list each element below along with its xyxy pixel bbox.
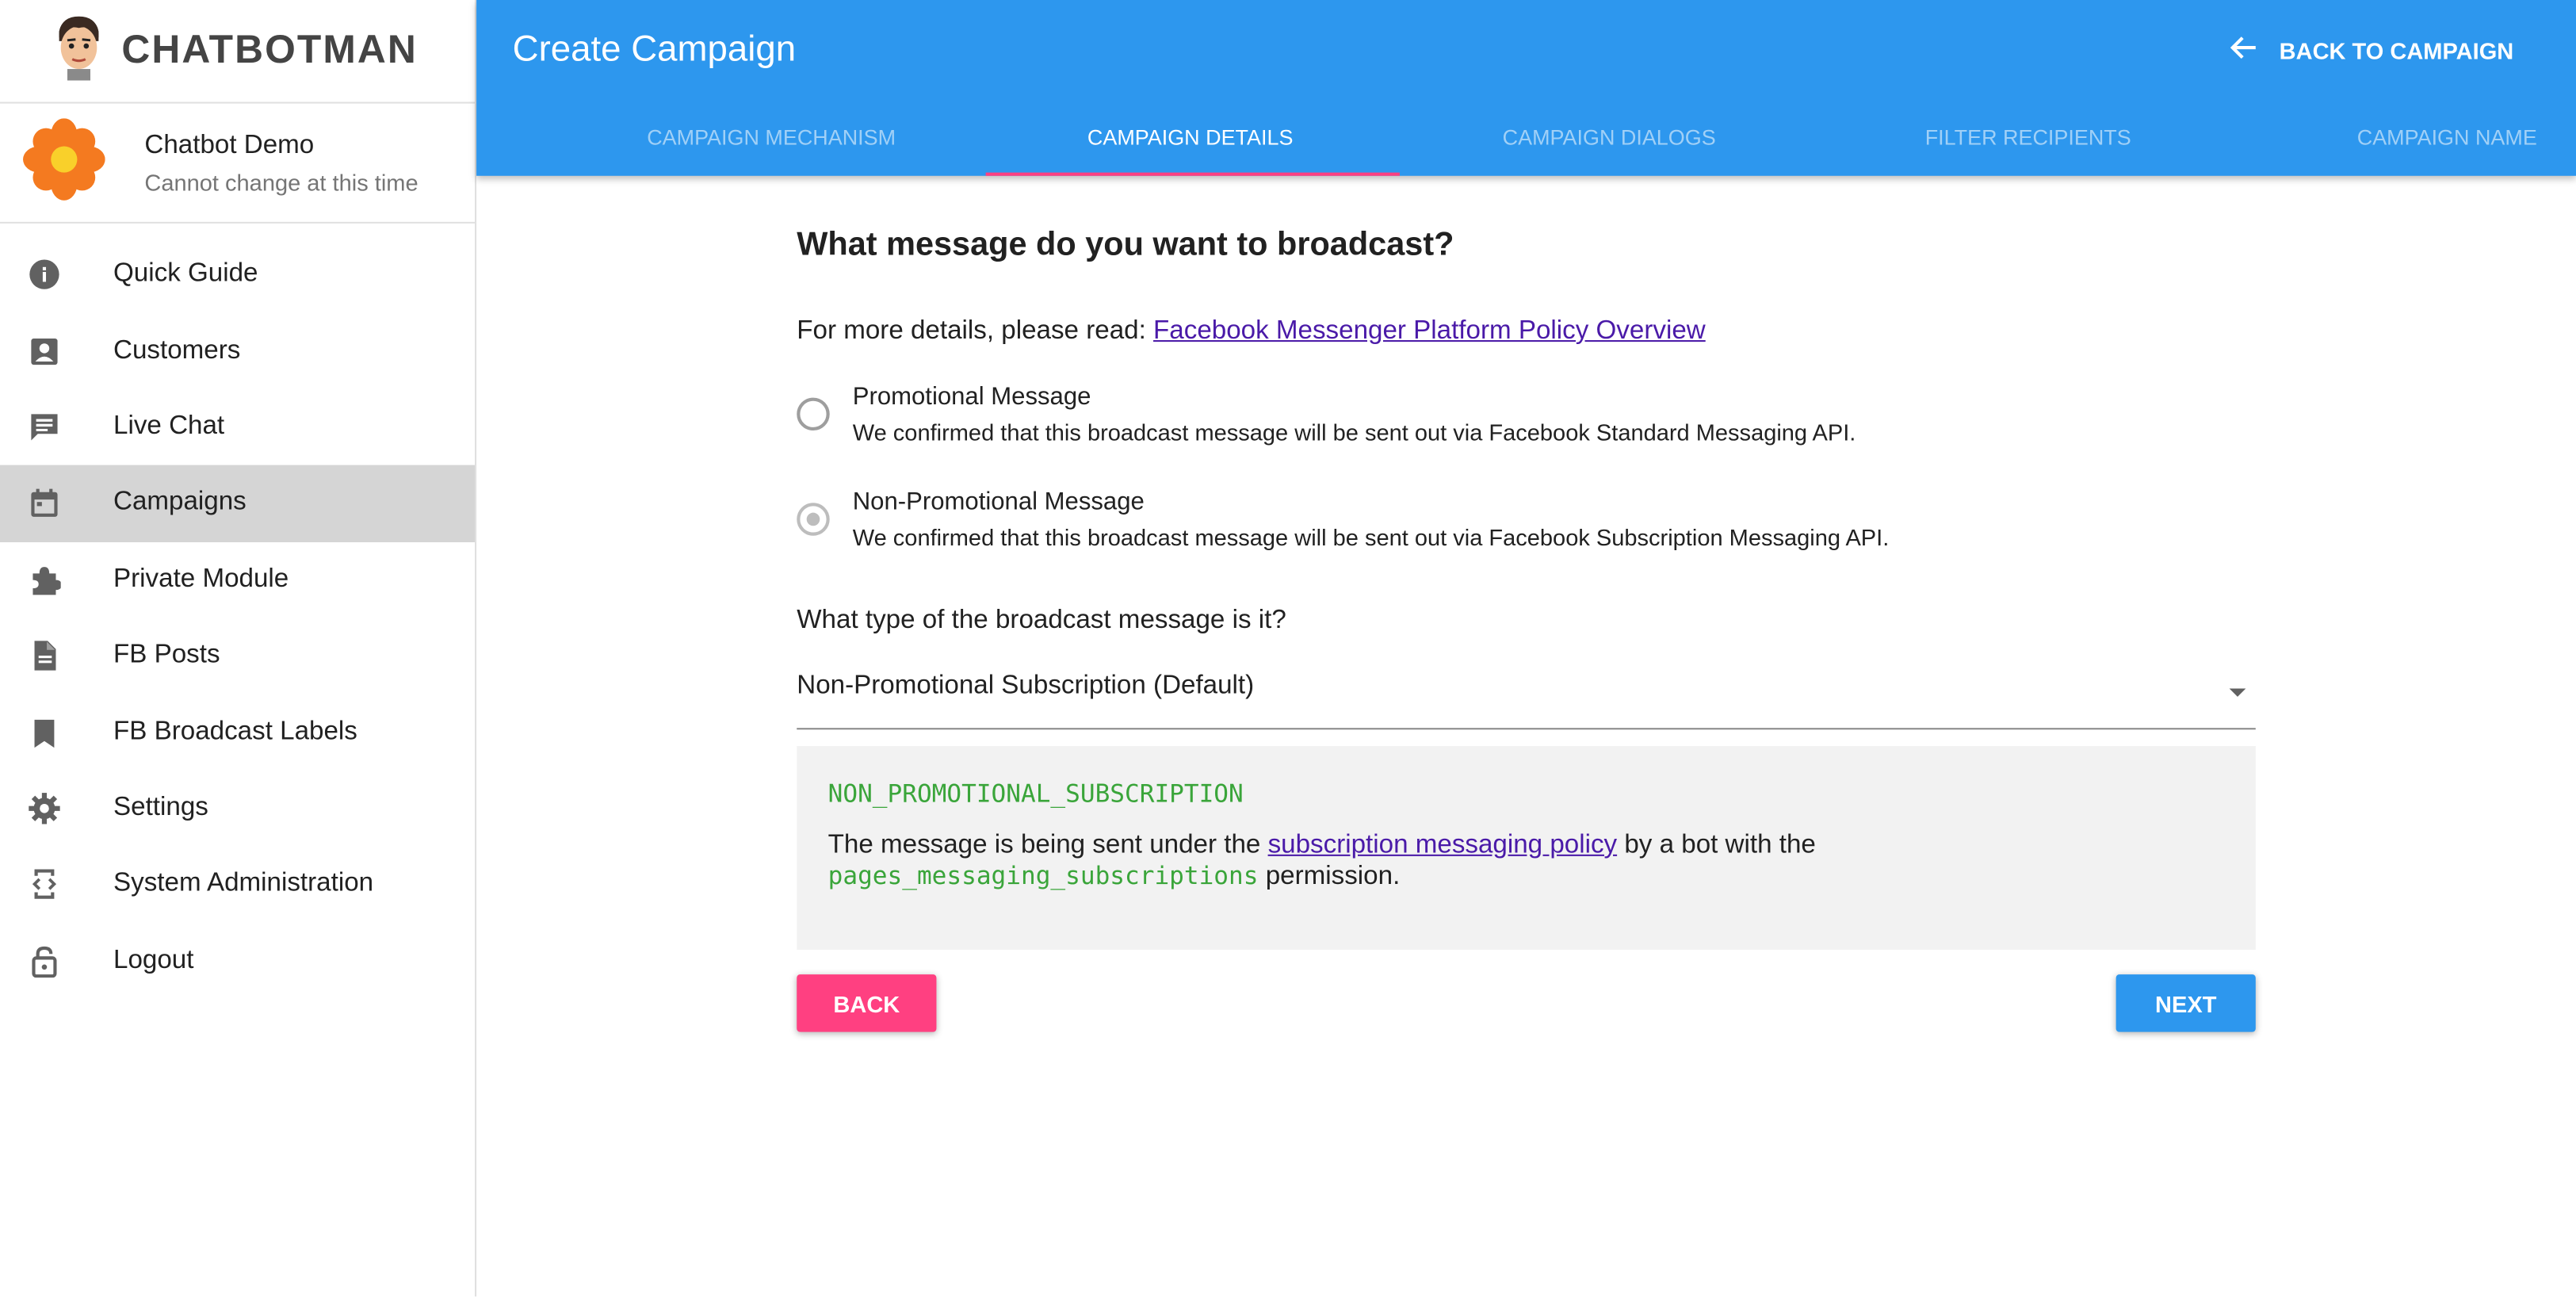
bookmark-icon [28, 716, 60, 748]
calendar-icon [28, 487, 60, 519]
sidebar: CHATBOTMAN Chatbot Demo Cannot change at… [0, 0, 477, 1297]
dropdown-arrow-icon [2229, 688, 2246, 697]
sidebar-item-label: Customers [113, 336, 241, 365]
sidebar-item-label: Logout [113, 946, 194, 974]
page-title: Create Campaign [512, 28, 797, 70]
logo-avatar-icon [52, 14, 105, 88]
arrow-back-icon [2230, 33, 2279, 67]
sidebar-item-label: FB Broadcast Labels [113, 717, 357, 746]
info-text-part: permission. [1265, 863, 1401, 891]
puzzle-icon [28, 563, 61, 595]
brand: CHATBOTMAN [0, 0, 476, 104]
details-line: For more details, please read: Facebook … [797, 317, 2256, 346]
sidebar-item-label: Quick Guide [113, 259, 258, 289]
lock-open-icon [28, 944, 60, 978]
sidebar-item-quick-guide[interactable]: Quick Guide [0, 236, 475, 312]
stepper-tabs: CAMPAIGN MECHANISM CAMPAIGN DETAILS CAMP… [562, 102, 2576, 176]
sidebar-nav: Quick Guide Customers Live Chat Campaign… [0, 224, 476, 999]
flower-avatar-icon [23, 117, 105, 208]
document-icon [28, 640, 60, 672]
account-name: Chatbot Demo [144, 130, 315, 159]
sidebar-item-fb-broadcast-labels[interactable]: FB Broadcast Labels [0, 694, 475, 770]
sidebar-item-label: FB Posts [113, 641, 220, 669]
account-switcher: Chatbot Demo Cannot change at this time [0, 104, 476, 224]
policy-overview-link[interactable]: Facebook Messenger Platform Policy Overv… [1153, 317, 1706, 345]
type-question: What type of the broadcast message is it… [797, 606, 1286, 635]
sidebar-item-system-administration[interactable]: System Administration [0, 847, 475, 923]
wizard-actions: BACK NEXT [797, 974, 2256, 1034]
info-text: The message is being sent under the subs… [828, 832, 2225, 893]
contact-card-icon [28, 335, 60, 367]
app-bar: Create Campaign BACK TO CAMPAIGN CAMPAIG… [476, 0, 2576, 176]
sidebar-item-private-module[interactable]: Private Module [0, 541, 475, 618]
sidebar-item-logout[interactable]: Logout [0, 923, 475, 999]
subscription-policy-link[interactable]: subscription messaging policy [1268, 832, 1618, 859]
back-to-campaign-label: BACK TO CAMPAIGN [2279, 36, 2514, 63]
option-title: Promotional Message [852, 382, 1091, 411]
sidebar-item-settings[interactable]: Settings [0, 771, 475, 847]
non-promotional-radio[interactable] [797, 503, 830, 536]
sidebar-item-campaigns[interactable]: Campaigns [0, 465, 476, 542]
gear-icon [28, 792, 60, 824]
tab-campaign-dialogs[interactable]: CAMPAIGN DIALOGS [1400, 102, 1819, 176]
non-promotional-option[interactable]: Non-Promotional Message We confirmed tha… [797, 488, 2256, 551]
sidebar-item-label: Live Chat [113, 412, 225, 441]
broadcast-question: What message do you want to broadcast? [797, 227, 1454, 263]
sidebar-item-label: System Administration [113, 870, 374, 898]
tab-filter-recipients[interactable]: FILTER RECIPIENTS [1818, 102, 2238, 176]
sidebar-item-label: Settings [113, 793, 208, 822]
tab-campaign-mechanism[interactable]: CAMPAIGN MECHANISM [562, 102, 981, 176]
sidebar-item-customers[interactable]: Customers [0, 313, 475, 389]
sidebar-item-live-chat[interactable]: Live Chat [0, 389, 475, 465]
message-type-select[interactable]: Non-Promotional Subscription (Default) [797, 672, 2256, 730]
option-description: We confirmed that this broadcast message… [852, 524, 1890, 551]
back-to-campaign-button[interactable]: BACK TO CAMPAIGN [2230, 33, 2513, 67]
tab-campaign-details[interactable]: CAMPAIGN DETAILS [980, 102, 1400, 176]
option-description: We confirmed that this broadcast message… [852, 419, 1856, 446]
message-tag-code: NON_PROMOTIONAL_SUBSCRIPTION [827, 779, 1244, 809]
promotional-radio[interactable] [797, 397, 830, 431]
tab-campaign-name[interactable]: CAMPAIGN NAME [2238, 102, 2576, 176]
sidebar-item-fb-posts[interactable]: FB Posts [0, 618, 475, 694]
account-note: Cannot change at this time [144, 168, 419, 195]
promotional-option[interactable]: Promotional Message We confirmed that th… [797, 383, 2256, 446]
sidebar-item-label: Campaigns [113, 488, 247, 517]
message-type-info-box: NON_PROMOTIONAL_SUBSCRIPTION The message… [797, 746, 2256, 951]
developer-mode-icon [28, 868, 60, 901]
permission-code: pages_messaging_subscriptions [827, 861, 1259, 891]
next-button[interactable]: NEXT [2115, 974, 2256, 1032]
sidebar-item-label: Private Module [113, 564, 289, 593]
brand-name: CHATBOTMAN [121, 28, 418, 73]
info-text-part: by a bot with the [1624, 831, 1816, 860]
chat-icon [28, 411, 60, 443]
option-title: Non-Promotional Message [852, 488, 1145, 516]
details-prefix: For more details, please read: [797, 317, 1146, 346]
info-icon [28, 258, 60, 291]
message-type-value: Non-Promotional Subscription (Default) [797, 671, 1255, 700]
back-button[interactable]: BACK [797, 974, 937, 1032]
main-content: What message do you want to broadcast? F… [797, 227, 2256, 1034]
info-text-part: The message is being sent under the [827, 831, 1261, 860]
